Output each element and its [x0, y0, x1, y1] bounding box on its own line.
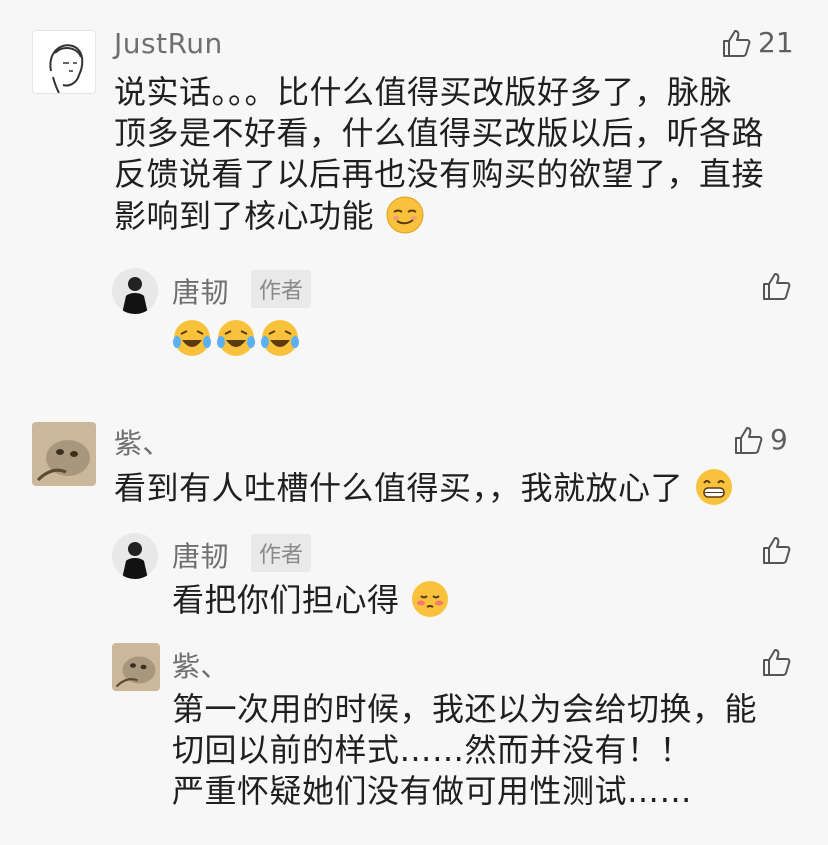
- commenter-name[interactable]: JustRun: [114, 27, 223, 60]
- like-button[interactable]: [760, 646, 792, 678]
- comment-text: 说实话。。。比什么值得买改版好多了，脉脉 顶多是不好看，什么值得买改版以后，听各…: [114, 72, 804, 237]
- like-button[interactable]: [760, 534, 792, 566]
- reply-line: 切回以前的样式……然而并没有！！: [172, 731, 693, 769]
- avatar[interactable]: [32, 30, 96, 94]
- author-badge: 作者: [251, 270, 312, 308]
- reply-text: 看把你们担心得: [172, 579, 450, 621]
- thumbs-up-icon: [763, 537, 791, 564]
- reply-line: 第一次用的时候，我还以为会给切换，能: [172, 690, 758, 728]
- smirk-emoji: [386, 196, 424, 234]
- reply-author-name[interactable]: 紫、: [172, 645, 229, 685]
- commenter-name[interactable]: 紫、: [114, 422, 171, 462]
- reply-author-name[interactable]: 唐韧: [172, 271, 229, 311]
- thumbs-up-icon: [723, 29, 751, 57]
- reply-line: 严重怀疑她们没有做可用性测试……: [172, 772, 693, 810]
- person-photo-avatar: [112, 533, 158, 579]
- person-photo-avatar: [112, 268, 158, 314]
- comment-line: 顶多是不好看，什么值得买改版以后，听各路: [114, 114, 765, 152]
- laugh-cry-emoji: [217, 320, 255, 356]
- comment-line-text: 看到有人吐槽什么值得买，，我就放心了: [114, 469, 684, 507]
- avatar[interactable]: [112, 643, 160, 691]
- cat-photo-avatar: [112, 643, 160, 691]
- like-button[interactable]: 21: [720, 26, 794, 59]
- reply-author-name[interactable]: 唐韧: [172, 535, 229, 575]
- like-count: 9: [770, 423, 788, 456]
- grin-emoji: [695, 469, 732, 505]
- like-count: 21: [758, 26, 794, 59]
- thumbs-up-icon: [763, 273, 791, 300]
- author-badge: 作者: [251, 534, 312, 572]
- blush-emoji: [412, 581, 449, 617]
- like-button[interactable]: 9: [732, 423, 788, 456]
- avatar[interactable]: [112, 268, 158, 314]
- reply-text: 第一次用的时候，我还以为会给切换，能 切回以前的样式……然而并没有！！ 严重怀疑…: [172, 689, 812, 812]
- laugh-cry-emoji: [261, 320, 299, 356]
- cat-photo-avatar: [32, 422, 96, 486]
- avatar[interactable]: [112, 533, 158, 579]
- comment-line: 说实话。。。比什么值得买改版好多了，脉脉: [114, 73, 733, 111]
- reply-emojis: [172, 318, 300, 358]
- avatar[interactable]: [32, 422, 96, 486]
- laugh-cry-emoji: [173, 320, 211, 356]
- comment-text: 看到有人吐槽什么值得买，，我就放心了: [114, 467, 804, 509]
- thumbs-up-icon: [763, 649, 791, 676]
- like-button[interactable]: [760, 270, 792, 302]
- reply-line-text: 看把你们担心得: [172, 581, 400, 619]
- comment-line: 反馈说看了以后再也没有购买的欲望了，直接: [114, 155, 765, 193]
- comment-line: 影响到了核心功能: [114, 195, 804, 237]
- sketch-face-avatar: [49, 44, 84, 93]
- thumbs-up-icon: [735, 426, 763, 454]
- comment-line-text: 影响到了核心功能: [114, 197, 375, 235]
